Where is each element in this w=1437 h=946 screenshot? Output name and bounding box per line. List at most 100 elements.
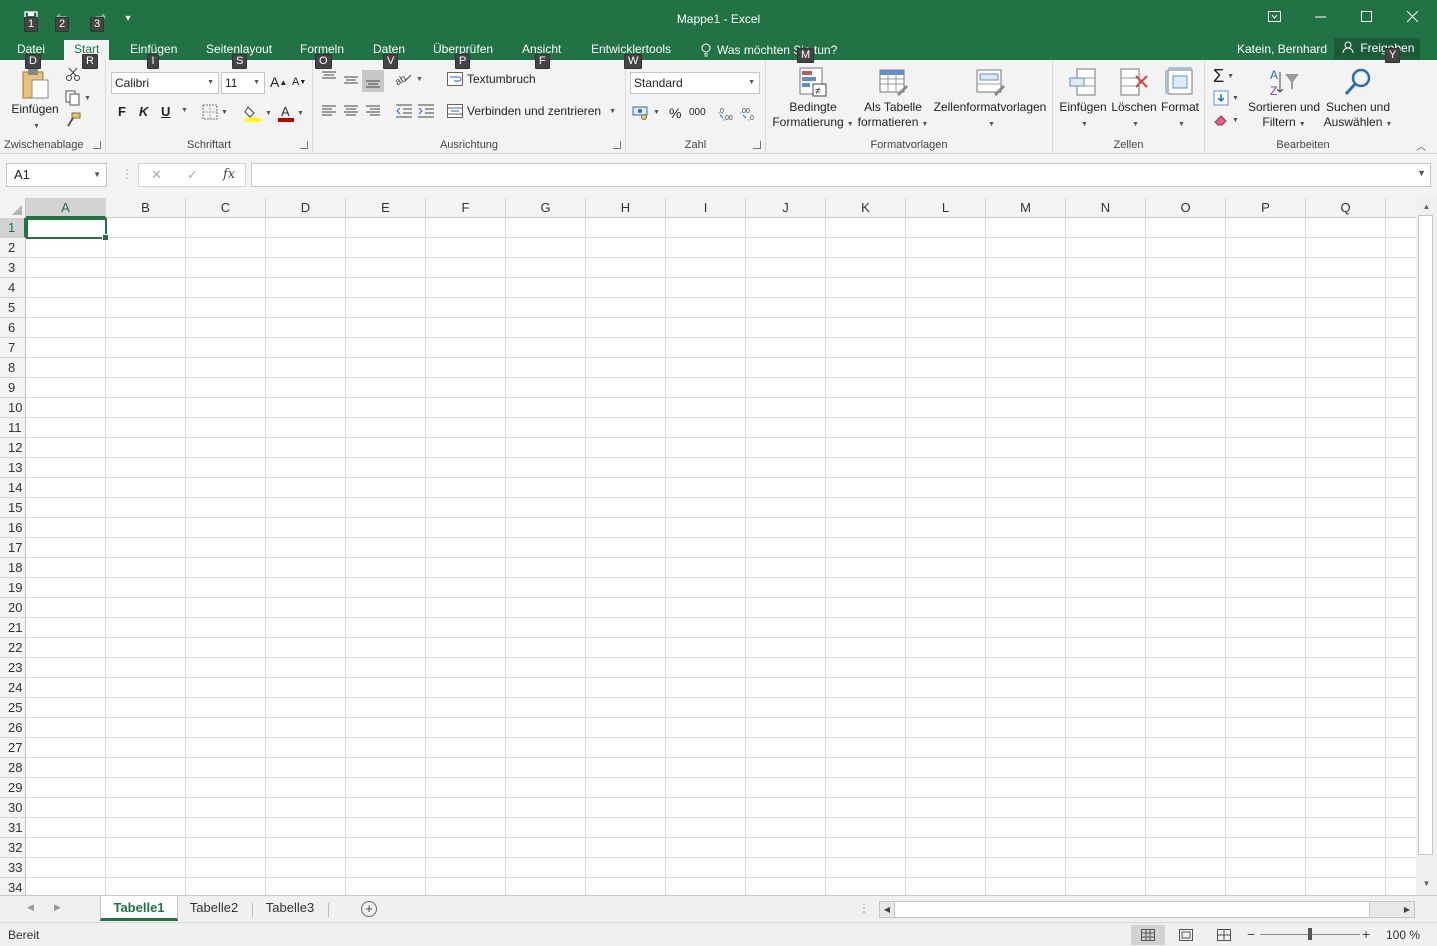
row-header-34[interactable]: 34: [0, 878, 26, 895]
percent-button[interactable]: %: [669, 105, 681, 121]
expand-formula-icon[interactable]: ▼: [1417, 168, 1426, 178]
row-header-8[interactable]: 8: [0, 358, 26, 378]
row-header-23[interactable]: 23: [0, 658, 26, 678]
vertical-scroll-thumb[interactable]: [1418, 215, 1433, 855]
scroll-left-icon[interactable]: ◀: [880, 902, 894, 917]
row-header-15[interactable]: 15: [0, 498, 26, 518]
select-all-button[interactable]: [0, 198, 26, 218]
row-header-14[interactable]: 14: [0, 478, 26, 498]
bold-button[interactable]: F: [118, 104, 126, 119]
align-left-icon[interactable]: [321, 104, 337, 118]
scroll-right-icon[interactable]: ▶: [1400, 902, 1414, 917]
row-header-30[interactable]: 30: [0, 798, 26, 818]
number-format-select[interactable]: Standard ▼: [630, 72, 760, 94]
column-header-o[interactable]: O: [1146, 198, 1226, 218]
ribbon-display-icon[interactable]: [1251, 4, 1297, 30]
zoom-slider-thumb[interactable]: [1308, 928, 1312, 940]
decrease-decimal-icon[interactable]: ,00,0: [740, 105, 758, 121]
cancel-icon[interactable]: ✕: [151, 167, 162, 183]
column-header-q[interactable]: Q: [1306, 198, 1386, 218]
increase-font-icon[interactable]: A ▲: [270, 74, 287, 90]
column-header-a[interactable]: A: [26, 198, 106, 218]
active-cell[interactable]: [26, 218, 109, 241]
minimize-icon[interactable]: [1297, 4, 1343, 30]
column-header-h[interactable]: H: [586, 198, 666, 218]
tab-splitter-icon[interactable]: ⋮: [858, 901, 870, 915]
row-header-25[interactable]: 25: [0, 698, 26, 718]
scroll-down-icon[interactable]: ▼: [1416, 879, 1437, 893]
column-header-l[interactable]: L: [906, 198, 986, 218]
insert-cells-button[interactable]: Einfügen ▼: [1057, 66, 1109, 132]
dialog-launcher-icon[interactable]: [300, 141, 308, 149]
cell-styles-button[interactable]: Zellenformatvorlagen ▼: [930, 66, 1050, 132]
decrease-font-icon[interactable]: A ▼: [292, 76, 306, 88]
autosum-icon[interactable]: Σ ▼: [1213, 66, 1234, 87]
scroll-up-icon[interactable]: ▲: [1416, 202, 1437, 216]
row-header-19[interactable]: 19: [0, 578, 26, 598]
sheet-tab-1[interactable]: Tabelle1: [100, 896, 178, 921]
font-name-select[interactable]: Calibri ▼: [111, 72, 219, 94]
row-header-9[interactable]: 9: [0, 378, 26, 398]
format-cells-button[interactable]: Format ▼: [1157, 66, 1203, 132]
row-header-33[interactable]: 33: [0, 858, 26, 878]
align-middle-icon[interactable]: [343, 72, 359, 88]
row-header-18[interactable]: 18: [0, 558, 26, 578]
zoom-in-icon[interactable]: +: [1362, 926, 1370, 942]
find-select-button[interactable]: Suchen und Auswählen ▼: [1323, 66, 1393, 132]
column-header-m[interactable]: M: [986, 198, 1066, 218]
row-header-28[interactable]: 28: [0, 758, 26, 778]
column-header-g[interactable]: G: [506, 198, 586, 218]
row-header-21[interactable]: 21: [0, 618, 26, 638]
align-right-icon[interactable]: [365, 104, 381, 118]
borders-icon[interactable]: ▼: [202, 104, 228, 120]
align-top-icon[interactable]: [321, 70, 337, 86]
orientation-icon[interactable]: ab ▼: [395, 72, 423, 86]
font-size-select[interactable]: 11 ▼: [221, 72, 265, 94]
share-button[interactable]: Freigeben: [1334, 38, 1420, 60]
row-header-11[interactable]: 11: [0, 418, 26, 438]
column-header-p[interactable]: P: [1226, 198, 1306, 218]
insert-function-icon[interactable]: fx: [223, 167, 235, 182]
delete-cells-button[interactable]: Löschen ▼: [1109, 66, 1159, 132]
close-icon[interactable]: [1389, 4, 1435, 30]
italic-button[interactable]: K: [139, 104, 148, 119]
row-header-12[interactable]: 12: [0, 438, 26, 458]
column-header-j[interactable]: J: [746, 198, 826, 218]
thousands-button[interactable]: 000: [689, 107, 706, 118]
formula-input[interactable]: ▼: [251, 163, 1431, 187]
row-header-6[interactable]: 6: [0, 318, 26, 338]
align-center-icon[interactable]: [343, 104, 359, 118]
name-box[interactable]: A1 ▼: [6, 163, 107, 187]
zoom-level[interactable]: 100 %: [1386, 928, 1420, 942]
row-header-27[interactable]: 27: [0, 738, 26, 758]
underline-button[interactable]: U: [161, 104, 170, 119]
collapse-ribbon-icon[interactable]: ︿: [1416, 138, 1426, 153]
row-header-2[interactable]: 2: [0, 238, 26, 258]
column-header-d[interactable]: D: [266, 198, 346, 218]
zoom-out-icon[interactable]: −: [1247, 926, 1255, 942]
paste-button[interactable]: Einfügen ▼: [8, 68, 62, 134]
dialog-launcher-icon[interactable]: [753, 141, 761, 149]
row-header-24[interactable]: 24: [0, 678, 26, 698]
next-sheet-icon[interactable]: ▶: [54, 902, 61, 913]
horizontal-scrollbar[interactable]: ◀ ▶: [879, 901, 1415, 918]
column-header-c[interactable]: C: [186, 198, 266, 218]
column-header-f[interactable]: F: [426, 198, 506, 218]
tell-me-search[interactable]: Was möchten Sie tun?: [698, 40, 839, 60]
horizontal-scroll-thumb[interactable]: [894, 902, 1370, 917]
page-layout-view-icon[interactable]: [1169, 925, 1203, 945]
wrap-text-button[interactable]: Textumbruch: [447, 72, 536, 86]
row-header-4[interactable]: 4: [0, 278, 26, 298]
merge-center-button[interactable]: Verbinden und zentrieren ▼: [447, 104, 616, 118]
sort-filter-button[interactable]: AZ Sortieren und Filtern ▼: [1245, 66, 1323, 132]
clear-icon[interactable]: ▼: [1213, 112, 1239, 128]
row-header-3[interactable]: 3: [0, 258, 26, 278]
column-header-b[interactable]: B: [106, 198, 186, 218]
underline-dropdown-icon[interactable]: ▼: [178, 107, 188, 114]
row-header-1[interactable]: 1: [0, 218, 26, 238]
page-break-view-icon[interactable]: [1207, 925, 1241, 945]
accounting-format-icon[interactable]: ▼: [632, 104, 660, 120]
dialog-launcher-icon[interactable]: [93, 141, 101, 149]
sheet-tab-3[interactable]: Tabelle3: [254, 896, 326, 921]
row-header-20[interactable]: 20: [0, 598, 26, 618]
